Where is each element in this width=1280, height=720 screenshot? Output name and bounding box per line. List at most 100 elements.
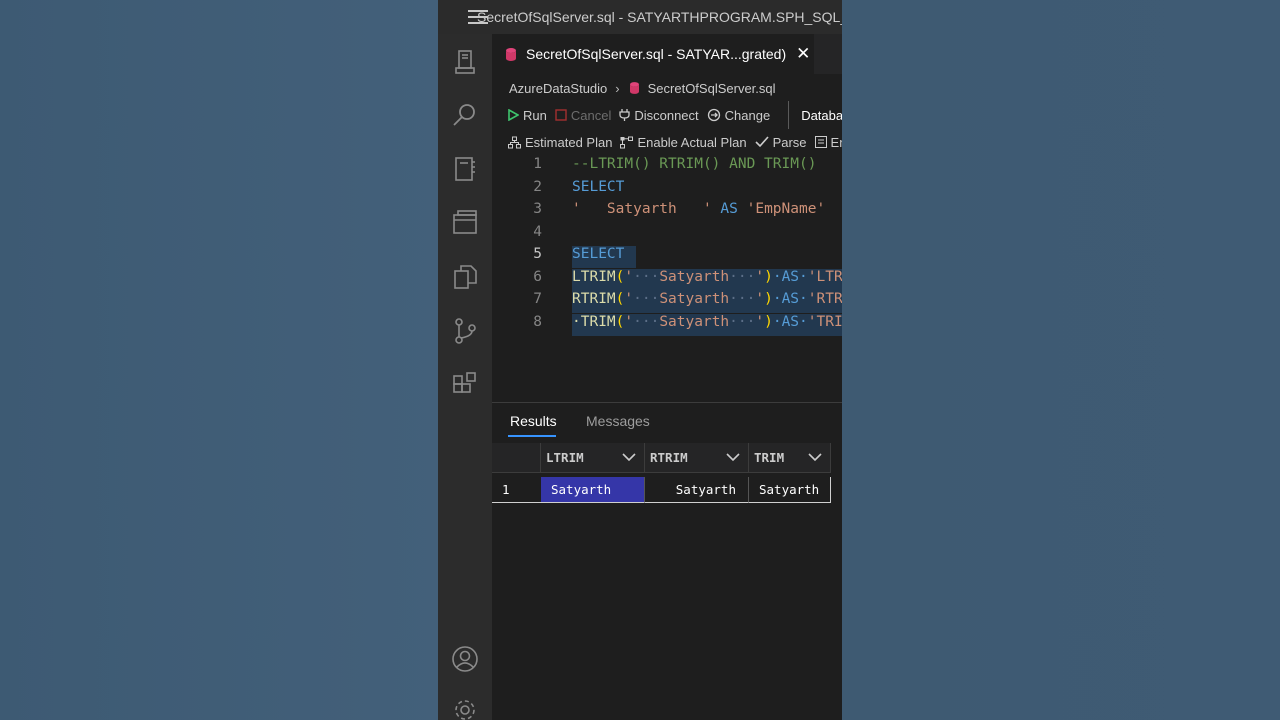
code-token: ' [755,268,765,285]
line-number: 8 [533,313,542,330]
source-control-icon[interactable] [451,317,479,345]
chevron-right-icon: › [615,80,620,96]
parse-button[interactable]: Parse [755,135,807,150]
query-toolbar-row-1: Run Cancel Disconnect Change Databas [508,101,842,129]
estimated-plan-label: Estimated Plan [525,134,613,150]
chevron-down-icon[interactable] [726,452,740,462]
enable-actual-plan-button[interactable]: Enable Actual Plan [620,134,747,150]
search-icon[interactable] [451,101,479,129]
code-line[interactable]: 5 SELECT [492,246,842,268]
database-dropdown[interactable]: Databas [801,108,842,123]
enable-actual-plan-label: Enable Actual Plan [637,134,747,150]
estimated-plan-button[interactable]: Estimated Plan [508,135,612,150]
connections-icon[interactable] [451,48,479,76]
code-token: ·AS· [772,291,808,307]
active-tab-indicator [508,435,556,437]
checkmark-icon [755,136,769,148]
tab-label: SecretOfSqlServer.sql - SATYAR...grated) [526,46,787,62]
code-token: ··· [633,291,660,307]
code-line[interactable]: 7RTRIM('···Satyarth···')·AS·'RTRIM' [492,291,842,313]
code-token: 'EmpName' [746,201,826,217]
stop-icon [555,109,567,121]
code-token: ' [624,313,634,330]
line-number: 2 [533,178,542,195]
column-header-rtrim[interactable]: RTRIM [645,443,749,473]
line-number: 7 [533,291,542,307]
editor-tabs: SecretOfSqlServer.sql - SATYAR...grated)… [492,34,842,74]
code-line[interactable]: 4 [492,224,842,246]
plug-icon [619,109,630,121]
explorer-icon[interactable] [451,263,479,291]
code-line[interactable]: 8·TRIM('···Satyarth···')·AS·'TRIM' [492,313,842,336]
code-line[interactable]: 1 --LTRIM() RTRIM() AND TRIM() [492,156,842,178]
cell-rtrim[interactable]: Satyarth [645,477,749,503]
change-label: Change [724,107,771,123]
cell-trim[interactable]: Satyarth [749,477,831,503]
tab-messages[interactable]: Messages [586,413,650,429]
line-number: 5 [533,246,542,262]
notebook-icon[interactable] [451,155,479,183]
code-line[interactable]: 6LTRIM('···Satyarth···')·AS·'LTRIM' [492,268,842,291]
code-token: RTRIM [572,291,616,307]
enable-sqlcmd-button[interactable]: Enab [814,134,842,150]
code-line[interactable]: 3 ' Satyarth ' AS 'EmpName' [492,201,842,223]
code-text: --LTRIM() RTRIM() AND TRIM() [572,156,816,172]
code-token: ·AS· [772,268,808,285]
code-text: ' Satyarth ' AS 'EmpName' [572,201,825,217]
breadcrumb-root[interactable]: AzureDataStudio [509,81,607,96]
results-panel: Results Messages LTRIM RTRIM TRIM 1 Saty… [492,402,842,720]
breadcrumb: AzureDataStudio › SecretOfSqlServer.sql [509,78,776,98]
run-label: Run [523,107,547,123]
code-token: SELECT [572,246,625,262]
code-token: ··· [729,268,756,285]
line-number: 3 [533,201,542,217]
column-header-label: RTRIM [650,450,688,465]
code-token: AS [711,201,747,217]
row-number[interactable]: 1 [492,477,541,503]
activity-bar [438,34,492,720]
breadcrumb-file[interactable]: SecretOfSqlServer.sql [648,81,776,96]
code-token: 'RTRIM' [807,291,842,307]
code-token: ) [764,313,773,330]
cell-ltrim[interactable]: Satyarth [541,477,645,503]
code-token: ··· [633,268,660,285]
code-token: ··· [633,313,660,330]
title-bar: SecretOfSqlServer.sql - SATYARTHPROGRAM.… [438,0,842,34]
azure-data-studio-window: SecretOfSqlServer.sql - SATYARTHPROGRAM.… [438,0,842,720]
parse-label: Parse [772,134,807,150]
code-token: ··· [729,313,756,330]
code-token: ·AS· [772,313,808,330]
account-icon[interactable] [451,645,479,673]
code-token: ) [764,291,773,307]
column-header-label: TRIM [754,450,785,465]
tab-results[interactable]: Results [510,413,557,429]
code-token: LTRIM [572,268,616,285]
chevron-down-icon[interactable] [808,452,822,462]
column-header-trim[interactable]: TRIM [749,443,831,473]
code-token: ' [755,291,765,307]
disconnect-button[interactable]: Disconnect [619,108,699,123]
line-number: 4 [533,223,542,240]
query-toolbar-row-2: Estimated Plan Enable Actual Plan Parse … [508,132,842,152]
settings-gear-icon[interactable] [451,696,479,720]
column-header-ltrim[interactable]: LTRIM [541,443,645,473]
toolbar-divider [788,101,790,129]
extensions-icon[interactable] [451,371,479,399]
enable-label: Enab [830,134,842,150]
sqlcmd-icon [814,136,827,148]
row-number-header [492,443,541,473]
code-token: Satyarth [659,291,730,307]
run-button[interactable]: Run [508,108,547,123]
close-tab-icon[interactable]: ✕ [796,44,810,64]
change-connection-button[interactable]: Change [707,107,771,123]
code-line[interactable]: 2 SELECT [492,179,842,201]
code-token: ' [624,291,634,307]
code-token: SELECT [572,178,625,195]
code-token: ' [755,313,765,330]
code-token: Satyarth [659,268,730,285]
dashboard-icon[interactable] [451,209,479,237]
cancel-button[interactable]: Cancel [555,108,611,123]
chevron-down-icon[interactable] [622,452,636,462]
tab-query-file[interactable]: SecretOfSqlServer.sql - SATYAR...grated)… [492,34,814,74]
code-token: 'TRIM' [807,313,842,330]
